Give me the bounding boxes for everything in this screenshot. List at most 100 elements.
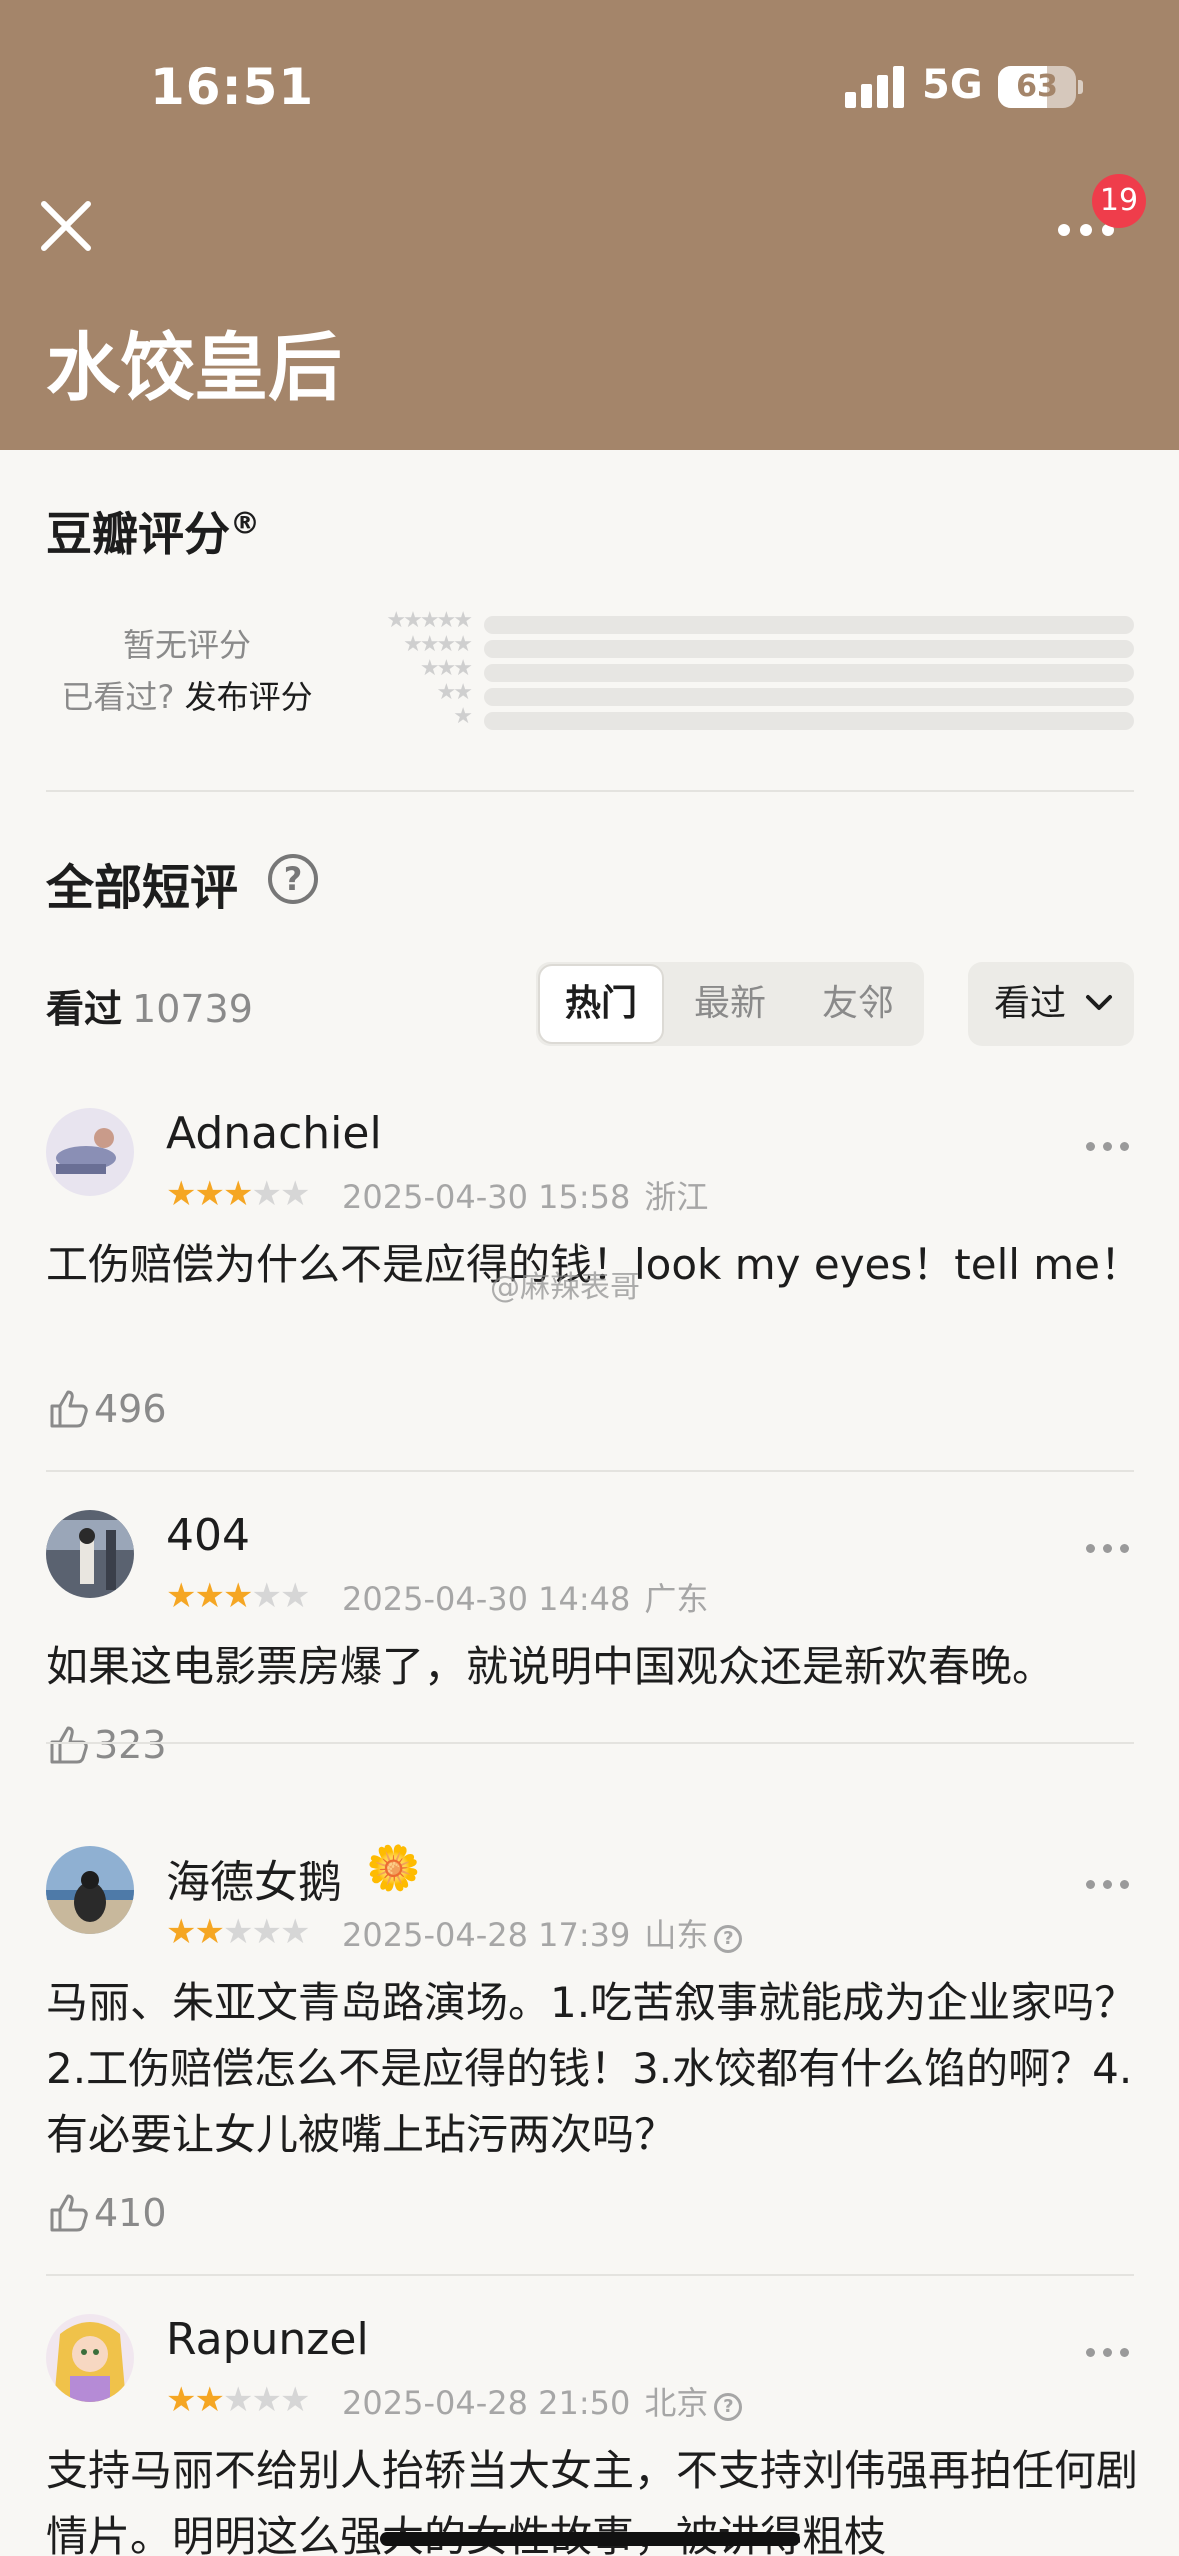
mini-stars-icon: ★★ [436,680,473,705]
more-icon [1086,1142,1095,1151]
signal-icon [845,66,907,108]
status-time: 16:51 [150,58,315,116]
comment-meta: 2025-04-30 14:48 广东 [342,1574,708,1620]
comment-date: 2025-04-30 15:58 [342,1178,631,1216]
tab-friends[interactable]: 友邻 [794,962,922,1046]
comment-more-button[interactable] [1086,1138,1134,1154]
more-icon [1086,2348,1095,2357]
info-icon[interactable]: ? [714,1925,743,1953]
thumbs-up-icon [50,1390,88,1428]
comment-text: 如果这电影票房爆了，就说明中国观众还是新欢春晚。 [46,1642,1055,1691]
more-icon [1058,224,1070,236]
divider [46,2274,1134,2276]
comment-username[interactable]: Rapunzel [166,2314,369,2365]
comment-more-button[interactable] [1086,1876,1134,1892]
seen-label: 看过 [46,987,123,1031]
avatar[interactable] [46,1108,134,1196]
more-icon [1086,1544,1095,1553]
rating-title: 豆瓣评分® [46,498,260,564]
like-count: 496 [94,1387,167,1431]
star-rating: ★★★★★ [166,2380,310,2420]
flower-badge-icon: 🌼 [366,1843,421,1894]
star-empty-icon: ★ [222,2380,254,2420]
comment-meta: 2025-04-28 21:50 北京? [342,2378,743,2424]
like-button[interactable]: 496 [46,1386,167,1431]
post-rating-link[interactable]: 发布评分 [185,678,313,716]
star-rating: ★★★★★ [166,1174,311,1214]
star-rating: ★★★★★ [166,1576,311,1616]
comment-date: 2025-04-28 17:39 [342,1916,631,1954]
rating-bar [484,664,1134,682]
comment-more-button[interactable] [1086,1540,1134,1556]
like-button[interactable]: 410 [46,2190,167,2235]
star-empty-icon: ★ [279,1576,311,1616]
more-icon [1120,2348,1129,2357]
home-indicator [380,2532,800,2546]
comment-more-button[interactable] [1086,2344,1134,2360]
avatar[interactable] [46,1846,134,1934]
star-empty-icon: ★ [251,1576,282,1616]
tab-latest[interactable]: 最新 [666,962,794,1046]
comment-location: 广东 [644,1580,709,1618]
comment-meta: 2025-04-30 15:58 浙江 [342,1172,708,1218]
comment-location: 浙江 [644,1178,709,1216]
comment-text: 马丽、朱亚文青岛路演场。1.吃苦叙事就能成为企业家吗？2.工伤赔偿怎么不是应得的… [46,1978,1137,2159]
like-button[interactable]: 323 [46,1722,167,1767]
avatar[interactable] [46,2314,134,2402]
header: 16:51 5G 63 19 水饺皇后 [0,0,1179,450]
star-empty-icon: ★ [251,1912,282,1952]
comment-username[interactable]: Adnachiel [166,1108,382,1159]
more-icon [1103,1142,1112,1151]
seen-count-number: 10739 [132,987,253,1031]
star-empty-icon: ★ [279,1174,311,1214]
like-count: 323 [94,1723,167,1767]
comment-location: 山东 [644,1916,709,1954]
mini-stars-icon: ★ [453,704,473,729]
watermark: @麻辣表哥 [490,1270,640,1305]
star-empty-icon: ★ [251,2380,282,2420]
tab-hot[interactable]: 热门 [538,964,664,1044]
star-empty-icon: ★ [222,1912,254,1952]
divider [46,1742,1134,1744]
comment-meta: 2025-04-28 17:39 山东? [342,1910,743,1956]
thumbs-up-icon [50,1726,88,1764]
star-filled-icon: ★ [194,1576,225,1616]
info-icon[interactable]: ? [714,2393,743,2421]
rating-row-1-star: ★ [360,704,473,732]
star-filled-icon: ★ [166,2380,197,2420]
rating-bar [484,640,1134,658]
more-icon [1120,1142,1129,1151]
battery-level: 63 [1016,69,1058,104]
registered-mark: ® [230,506,260,542]
seen-prompt: 已看过? 发布评分 [46,672,328,718]
seen-prompt-text: 已看过? [61,678,175,716]
close-button[interactable] [36,196,96,256]
help-icon[interactable]: ? [268,854,318,904]
comment-username[interactable]: 404 [166,1510,250,1561]
sort-dropdown[interactable]: 看过 [968,962,1134,1046]
network-type: 5G [922,62,983,108]
more-icon [1086,1880,1095,1889]
avatar[interactable] [46,1510,134,1598]
star-filled-icon: ★ [194,1174,225,1214]
comment-location: 北京 [644,2384,709,2422]
like-count: 410 [94,2191,167,2235]
divider [46,790,1134,792]
divider [46,1470,1134,1472]
star-empty-icon: ★ [279,1912,311,1952]
mini-stars-icon: ★★★ [419,656,473,681]
battery-icon: 63 [998,66,1076,108]
star-filled-icon: ★ [222,1174,254,1214]
comment-username[interactable]: 海德女鹅 [166,1846,342,1910]
more-icon [1120,1880,1129,1889]
star-filled-icon: ★ [194,2380,225,2420]
star-filled-icon: ★ [166,1912,197,1952]
rating-bar [484,616,1134,634]
rating-title-text: 豆瓣评分 [46,507,230,561]
page-title: 水饺皇后 [46,325,342,411]
star-empty-icon: ★ [251,1174,282,1214]
star-filled-icon: ★ [194,1912,225,1952]
comment-date: 2025-04-28 21:50 [342,2384,631,2422]
notification-badge: 19 [1092,174,1146,228]
rating-bar [484,688,1134,706]
